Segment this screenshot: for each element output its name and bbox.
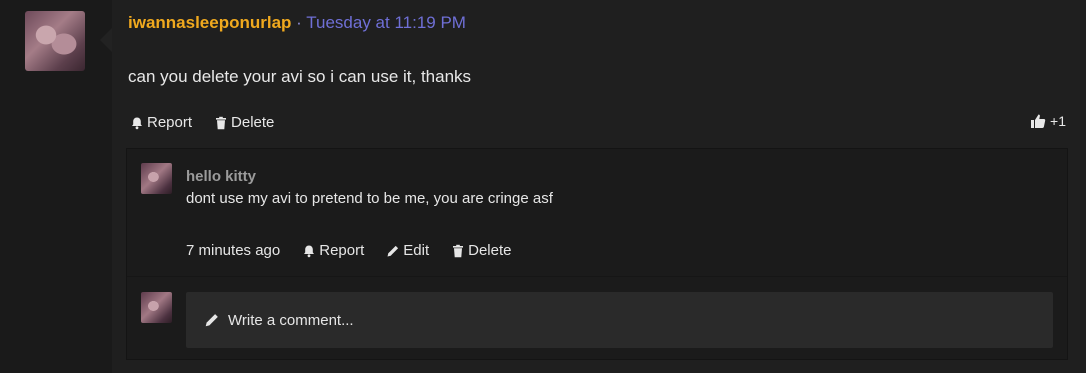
comment-text: dont use my avi to pretend to be me, you… <box>186 190 553 207</box>
post-actions: Report Delete <box>130 113 274 133</box>
thumbs-up-icon <box>1031 114 1046 128</box>
comment-delete-label: Delete <box>468 242 512 259</box>
comments-section: hello kitty dont use my avi to pretend t… <box>126 148 1068 360</box>
username-link[interactable]: iwannasleeponurlap <box>128 13 291 32</box>
pencil-icon <box>205 314 218 327</box>
bubble-tail <box>100 28 112 52</box>
comment-edit-button[interactable]: Edit <box>386 241 429 261</box>
comment-avatar[interactable] <box>141 163 172 194</box>
post: iwannasleeponurlap · Tuesday at 11:19 PM… <box>112 0 1086 373</box>
comment-input[interactable]: Write a comment... <box>186 292 1053 348</box>
comment-item: hello kitty dont use my avi to pretend t… <box>127 149 1067 277</box>
comment-delete-button[interactable]: Delete <box>451 241 511 261</box>
composer-avatar <box>141 292 172 323</box>
bell-icon <box>304 245 315 258</box>
timestamp-link[interactable]: Tuesday at 11:19 PM <box>306 13 466 32</box>
like-button[interactable]: +1 <box>1030 113 1066 129</box>
bell-icon <box>132 117 142 130</box>
post-header: iwannasleeponurlap · Tuesday at 11:19 PM <box>128 12 466 34</box>
comment-report-button[interactable]: Report <box>302 241 364 261</box>
comment-actions: 7 minutes ago Report Edit Delete <box>186 241 511 261</box>
comment-edit-label: Edit <box>403 242 430 259</box>
separator: · <box>296 13 302 32</box>
like-count: +1 <box>1050 113 1066 129</box>
comment-placeholder: Write a comment... <box>228 311 354 329</box>
report-button[interactable]: Report <box>130 113 192 133</box>
post-message: can you delete your avi so i can use it,… <box>128 67 472 86</box>
report-label: Report <box>147 114 193 131</box>
comment-time-link[interactable]: 7 minutes ago <box>186 241 280 261</box>
page: iwannasleeponurlap · Tuesday at 11:19 PM… <box>0 0 1086 373</box>
comment-report-label: Report <box>319 242 365 259</box>
trash-icon <box>453 244 464 258</box>
trash-icon <box>216 116 227 130</box>
avatar[interactable] <box>25 11 85 71</box>
delete-label: Delete <box>231 114 275 131</box>
delete-button[interactable]: Delete <box>214 113 274 133</box>
pencil-icon <box>387 245 399 257</box>
comment-author-link[interactable]: hello kitty <box>186 167 256 187</box>
